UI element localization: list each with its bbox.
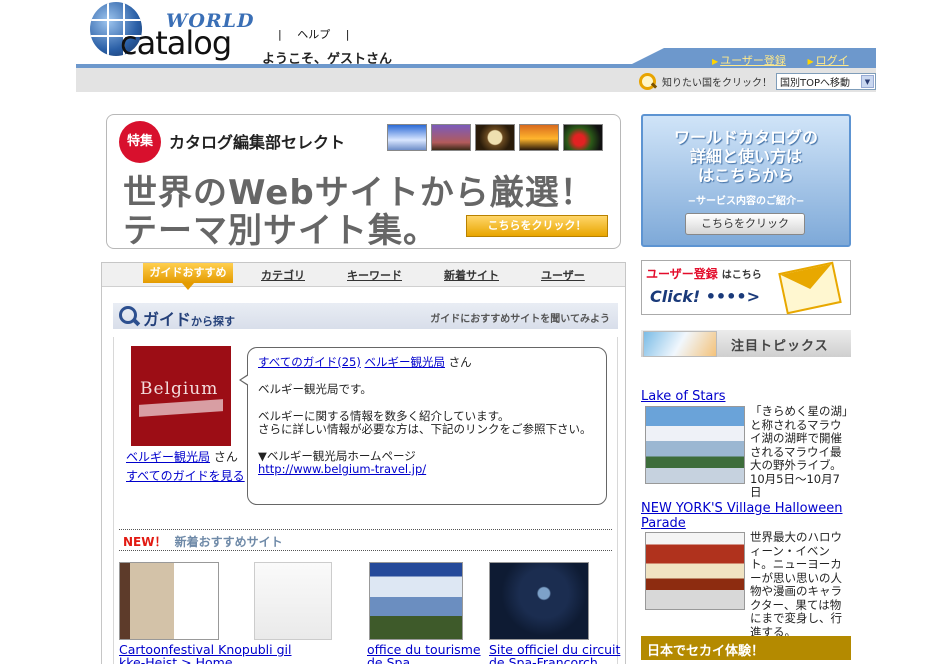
magnifier-icon — [638, 72, 656, 90]
register-title-suffix: はこちら — [721, 270, 762, 281]
feature-badge: 特集 — [119, 121, 161, 163]
feature-thumb-clock — [475, 124, 515, 151]
feature-thumb-sky — [387, 124, 427, 151]
arrow-icon: ▶ — [712, 57, 719, 66]
feature-thumbnails — [387, 124, 607, 151]
topics-header-image — [643, 331, 717, 357]
country-prompt: 知りたい国をクリック！ — [662, 77, 772, 89]
feature-thumb-tree — [431, 124, 471, 151]
howto-button[interactable]: こちらをクリック — [685, 213, 805, 235]
country-search: 知りたい国をクリック！ 国別TOPへ移動 ▼ — [638, 72, 876, 90]
divider — [119, 529, 612, 530]
site-thumbnail[interactable] — [254, 562, 332, 640]
guide-section-subtitle: ガイドにおすすめサイトを聞いてみよう — [430, 314, 610, 325]
guide-title-main: ガイド — [143, 310, 192, 329]
feature-select-label: カタログ編集部セレクト — [169, 133, 346, 152]
search-icon — [119, 306, 139, 326]
howto-title-line: はこちらから — [697, 166, 794, 185]
topics-header: 注目トピックス — [641, 330, 851, 357]
tab-category[interactable]: カテゴリ — [261, 267, 305, 283]
feature-headline-2: テーマ別サイト集。 — [123, 211, 438, 251]
howto-title: ワールドカタログの 詳細と使い方は はこちらから — [643, 128, 849, 185]
topic-description: 世界最大のハロウィーン・イベント。ニューヨーカーが思い思いの人物や漫画のキャラク… — [750, 530, 842, 639]
divider — [119, 550, 612, 551]
register-click-text: Click! ••••> — [650, 287, 761, 306]
howto-title-line: ワールドカタログの — [673, 128, 818, 147]
site-title-link[interactable]: Site officiel du circuit de Spa-Francorc… — [489, 643, 620, 664]
topic-thumbnail[interactable] — [645, 532, 745, 610]
homepage-url-link[interactable]: http://www.belgium-travel.jp/ — [258, 462, 426, 476]
country-select[interactable]: 国別TOPへ移動 ▼ — [776, 72, 876, 90]
tab-new-sites[interactable]: 新着サイト — [444, 267, 499, 283]
howto-subtitle: −サービス内容のご紹介− — [687, 196, 805, 207]
topic-description: 「きらめく星の湖」と称されるマラウイ湖の湖畔で開催されるマラウイ最大の野外ライブ… — [750, 404, 848, 499]
feature-thumb-flowers — [563, 124, 603, 151]
site-thumbnail[interactable] — [489, 562, 589, 640]
country-select-value: 国別TOPへ移動 — [780, 77, 851, 89]
register-title-text: ユーザー登録 — [646, 267, 718, 281]
topic-thumbnail[interactable] — [645, 406, 745, 484]
guide-section-header: ガイドから探す ガイドにおすすめサイトを聞いてみよう — [113, 303, 618, 329]
site-title-line: de Spa — [367, 655, 411, 664]
user-register-link[interactable]: ユーザー登録 — [720, 54, 786, 67]
tab-guide-recommend[interactable]: ガイドおすすめ — [143, 263, 233, 290]
topic-title-link[interactable]: NEW YORK'S Village Halloween Parade — [641, 501, 851, 531]
topics-header-title: 注目トピックス — [731, 339, 829, 354]
logo-catalog-text: catalog — [120, 24, 232, 62]
bubble-guide-name-link[interactable]: ベルギー観光局 — [365, 355, 446, 369]
howto-title-line: 詳細と使い方は — [689, 147, 802, 166]
tab-keyword[interactable]: キーワード — [347, 267, 402, 283]
all-guides-link[interactable]: すべてのガイド(25) — [258, 355, 361, 369]
guide-name: ベルギー観光局 さん — [126, 448, 238, 465]
guide-speech-bubble: すべてのガイド(25) ベルギー観光局 さん ベルギー観光局です。 ベルギーに関… — [239, 347, 607, 505]
guide-name-link[interactable]: ベルギー観光局 — [126, 450, 210, 464]
guide-title-suffix: から探す — [191, 315, 236, 328]
site-title-link[interactable]: Cartoonfestival Knopubli gil kke-Heist >… — [119, 643, 292, 664]
guide-panel: ガイドおすすめ カテゴリ キーワード 新着サイト ユーザー ガイドから探す ガイ… — [101, 262, 626, 664]
header-gray-bar: 知りたい国をクリック！ 国別TOPへ移動 ▼ — [76, 68, 876, 92]
arrow-icon: ▶ — [807, 57, 814, 66]
register-banner[interactable]: ユーザー登録 はこちら Click! ••••> — [641, 260, 851, 315]
site-title-link[interactable]: office du tourisme de Spa — [367, 643, 481, 664]
envelope-icon — [778, 261, 842, 315]
see-all-guides-link[interactable]: すべてのガイドを見る — [126, 469, 245, 483]
new-badge: NEW！ — [123, 535, 167, 549]
belgium-logo-text: Belgium — [140, 379, 219, 399]
feature-click-button[interactable]: こちらをクリック！ — [466, 215, 608, 237]
tab-user[interactable]: ユーザー — [541, 267, 585, 283]
site-title-line: kke-Heist > Home — [119, 655, 233, 664]
belgium-logo-stripe — [139, 399, 223, 417]
guide-name-suffix: さん — [213, 450, 238, 464]
site-thumbnail[interactable] — [119, 562, 219, 640]
see-all-guides: すべてのガイドを見る — [126, 467, 245, 484]
help-nav: | ヘルプ | — [272, 26, 355, 42]
new-sites-label: NEW！ 新着おすすめサイト — [123, 533, 283, 550]
guide-section-title: ガイドから探す — [143, 306, 235, 330]
bubble-line: さらに詳しい情報が必要な方は、下記のリンクをご参照下さい。 — [258, 422, 592, 436]
topic-title-link[interactable]: Lake of Stars — [641, 389, 851, 404]
feature-thumb-sunset — [519, 124, 559, 151]
register-title: ユーザー登録 はこちら — [646, 265, 762, 282]
help-link[interactable]: ヘルプ — [297, 28, 330, 41]
feature-banner[interactable]: 特集 カタログ編集部セレクト 世界のWebサイトから厳選！ テーマ別サイト集。 … — [106, 114, 621, 251]
bubble-line: ベルギー観光局です。 — [258, 382, 372, 396]
howto-banner[interactable]: ワールドカタログの 詳細と使い方は はこちらから −サービス内容のご紹介− こち… — [641, 114, 851, 247]
site-title-line: de Spa-Francorch — [489, 655, 598, 664]
search-tabs: ガイドおすすめ カテゴリ キーワード 新着サイト ユーザー — [102, 263, 625, 290]
bubble-header: すべてのガイド(25) ベルギー観光局 さん — [258, 356, 596, 369]
world-catalog-logo[interactable]: WORLD catalog — [88, 0, 254, 64]
bubble-guide-suffix: さん — [448, 355, 472, 369]
help-separator: | — [278, 28, 282, 41]
site-thumbnail[interactable] — [369, 562, 463, 640]
belgium-guide-logo[interactable]: Belgium — [131, 346, 231, 446]
header: WORLD catalog | ヘルプ | ようこそ、ゲストさん ▶ ユーザー登録… — [76, 0, 876, 92]
japan-experience-bar[interactable]: 日本でセカイ体験！ — [641, 636, 851, 660]
chevron-down-icon[interactable]: ▼ — [861, 74, 874, 88]
new-sites-title: 新着おすすめサイト — [174, 535, 283, 549]
help-separator: | — [345, 28, 350, 41]
